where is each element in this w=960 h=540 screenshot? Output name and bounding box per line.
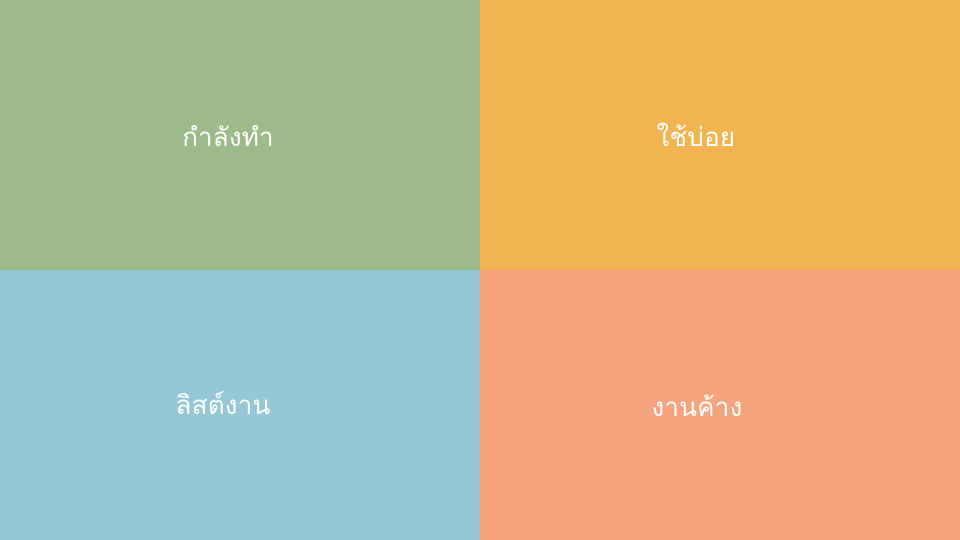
tile-in-progress[interactable]: กำลังทำ [0, 0, 480, 270]
tile-in-progress-label: กำลังทำ [182, 122, 274, 153]
tile-task-list-label: ลิสต์งาน [175, 390, 271, 421]
tile-pending-tasks[interactable]: งานค้าง [480, 270, 960, 540]
tile-frequently-used-label: ใช้บ่อย [656, 122, 736, 153]
tile-task-list[interactable]: ลิสต์งาน [0, 270, 480, 540]
menu-grid: กำลังทำ ใช้บ่อย ลิสต์งาน งานค้าง [0, 0, 960, 540]
tile-frequently-used[interactable]: ใช้บ่อย [480, 0, 960, 270]
tile-pending-tasks-label: งานค้าง [651, 392, 743, 423]
